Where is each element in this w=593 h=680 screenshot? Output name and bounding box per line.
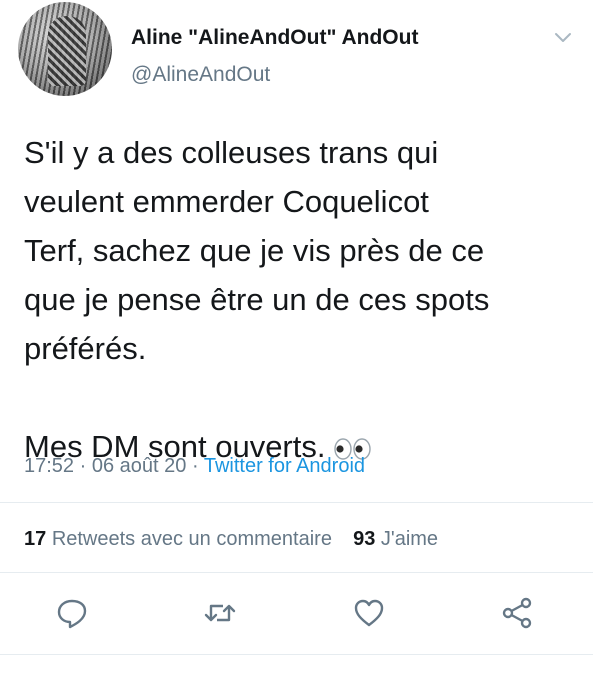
divider bbox=[0, 502, 593, 503]
likes-label: J'aime bbox=[380, 528, 439, 550]
tweet-card: Aline "AlineAndOut" AndOut @AlineAndOut … bbox=[0, 0, 593, 680]
share-icon[interactable] bbox=[500, 596, 534, 630]
retweet-icon[interactable] bbox=[203, 596, 237, 630]
tweet-text-line: veulent emmerder Coquelicot bbox=[24, 184, 429, 219]
tweet-text-line: que je pense être un de ces spots bbox=[24, 282, 490, 317]
tweet-text-line: S'il y a des colleuses trans qui bbox=[24, 135, 439, 170]
action-bar bbox=[0, 596, 593, 636]
meta-separator: · bbox=[79, 455, 87, 477]
tweet-time: 17:52 bbox=[24, 455, 75, 477]
retweets-count: 17 bbox=[24, 528, 47, 550]
tweet-text: S'il y a des colleuses trans qui veulent… bbox=[24, 128, 579, 471]
avatar[interactable] bbox=[18, 2, 112, 96]
meta-separator: · bbox=[191, 455, 199, 477]
like-icon[interactable] bbox=[352, 596, 386, 630]
tweet-date[interactable]: 06 août 20 bbox=[92, 455, 187, 477]
chevron-down-icon[interactable] bbox=[553, 30, 573, 46]
retweets-stat[interactable]: 17 Retweets avec un commentaire bbox=[24, 528, 332, 550]
likes-stat[interactable]: 93 J'aime bbox=[353, 528, 438, 550]
tweet-meta: 17:52 · 06 août 20 · Twitter for Android bbox=[24, 455, 365, 478]
likes-count: 93 bbox=[353, 528, 376, 550]
divider bbox=[0, 654, 593, 655]
tweet-text-line: préférés. bbox=[24, 331, 147, 366]
tweet-text-line: Terf, sachez que je vis près de ce bbox=[24, 233, 485, 268]
tweet-stats: 17 Retweets avec un commentaire 93 J'aim… bbox=[24, 528, 438, 551]
divider bbox=[0, 572, 593, 573]
author-handle[interactable]: @AlineAndOut bbox=[131, 63, 270, 87]
tweet-source-link[interactable]: Twitter for Android bbox=[204, 455, 365, 477]
author-display-name[interactable]: Aline "AlineAndOut" AndOut bbox=[131, 26, 418, 50]
retweets-label: Retweets avec un commentaire bbox=[51, 528, 332, 550]
reply-icon[interactable] bbox=[55, 596, 89, 630]
